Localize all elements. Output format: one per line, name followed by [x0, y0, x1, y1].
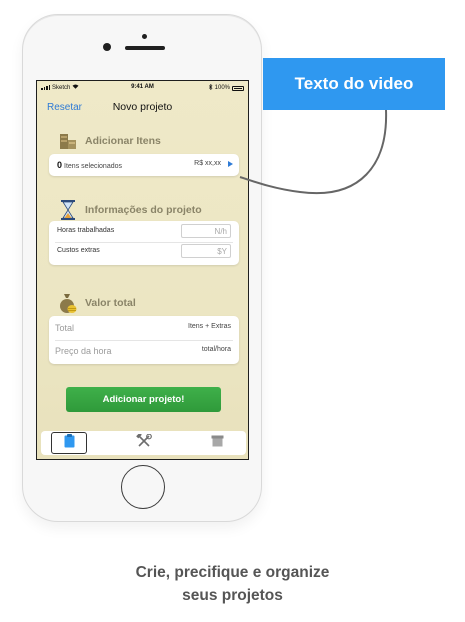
- page-title: Novo projeto: [112, 101, 173, 113]
- callout-text: Texto do video: [294, 74, 414, 93]
- navigation-bar: Resetar Novo projeto: [37, 97, 248, 117]
- clipboard-icon: [64, 433, 75, 453]
- tab-archive[interactable]: [199, 432, 235, 454]
- hours-input[interactable]: N/h: [181, 224, 231, 238]
- hour-price-value: total/hora: [201, 346, 231, 353]
- info-section-title: Informações do projeto: [85, 204, 202, 216]
- battery-percent: 100%: [214, 85, 230, 91]
- info-card: Horas trabalhadas N/h Custos extras $Y: [49, 221, 239, 265]
- total-row: Total Itens + Extras: [49, 316, 239, 339]
- earpiece-speaker: [125, 46, 165, 50]
- phone-screen: Sketch 9:41 AM 100% Resetar Novo projeto: [36, 80, 249, 460]
- money-bag-icon: [57, 292, 79, 314]
- camera-dot: [103, 43, 111, 51]
- items-card[interactable]: 0 Itens selecionados R$ xx,xx: [49, 154, 239, 176]
- tools-icon: [136, 432, 152, 453]
- play-arrow-icon[interactable]: [228, 161, 233, 167]
- items-section-title: Adicionar Itens: [85, 135, 161, 147]
- tab-bar: [41, 431, 246, 455]
- tab-projects[interactable]: [51, 432, 87, 454]
- caption-line-1: Crie, precifique e organize: [135, 564, 330, 581]
- status-right: 100%: [208, 83, 244, 92]
- hourglass-icon: [57, 199, 79, 221]
- total-label: Total: [55, 323, 75, 333]
- status-bar: Sketch 9:41 AM 100%: [37, 81, 248, 93]
- home-button[interactable]: [121, 465, 165, 509]
- hour-price-row: Preço da hora total/hora: [49, 339, 239, 362]
- video-text-callout: Texto do video: [263, 58, 445, 110]
- boxes-icon: [57, 130, 79, 152]
- extras-row: Custos extras $Y: [49, 241, 239, 261]
- archive-icon: [211, 434, 224, 452]
- items-count-label: Itens selecionados: [64, 163, 122, 170]
- items-price: R$ xx,xx: [194, 160, 221, 167]
- items-count: 0 Itens selecionados: [57, 160, 122, 170]
- stage: Sketch 9:41 AM 100% Resetar Novo projeto: [0, 0, 465, 622]
- add-project-button[interactable]: Adicionar projeto!: [66, 387, 221, 412]
- items-count-number: 0: [57, 160, 63, 170]
- battery-icon: [232, 85, 244, 91]
- total-value: Itens + Extras: [188, 323, 231, 330]
- hours-row: Horas trabalhadas N/h: [49, 221, 239, 241]
- extras-label: Custos extras: [57, 247, 100, 254]
- items-section-header: Adicionar Itens: [57, 130, 161, 152]
- extras-input[interactable]: $Y: [181, 244, 231, 258]
- front-camera: [142, 34, 147, 39]
- total-card: Total Itens + Extras Preço da hora total…: [49, 316, 239, 364]
- tab-tools[interactable]: [126, 432, 162, 454]
- caption-line-2: seus projetos: [182, 587, 283, 604]
- total-section-header: Valor total: [57, 292, 136, 314]
- hour-price-label: Preço da hora: [55, 346, 112, 356]
- hours-label: Horas trabalhadas: [57, 227, 115, 234]
- info-section-header: Informações do projeto: [57, 199, 202, 221]
- bluetooth-icon: [208, 83, 213, 92]
- total-section-title: Valor total: [85, 297, 136, 309]
